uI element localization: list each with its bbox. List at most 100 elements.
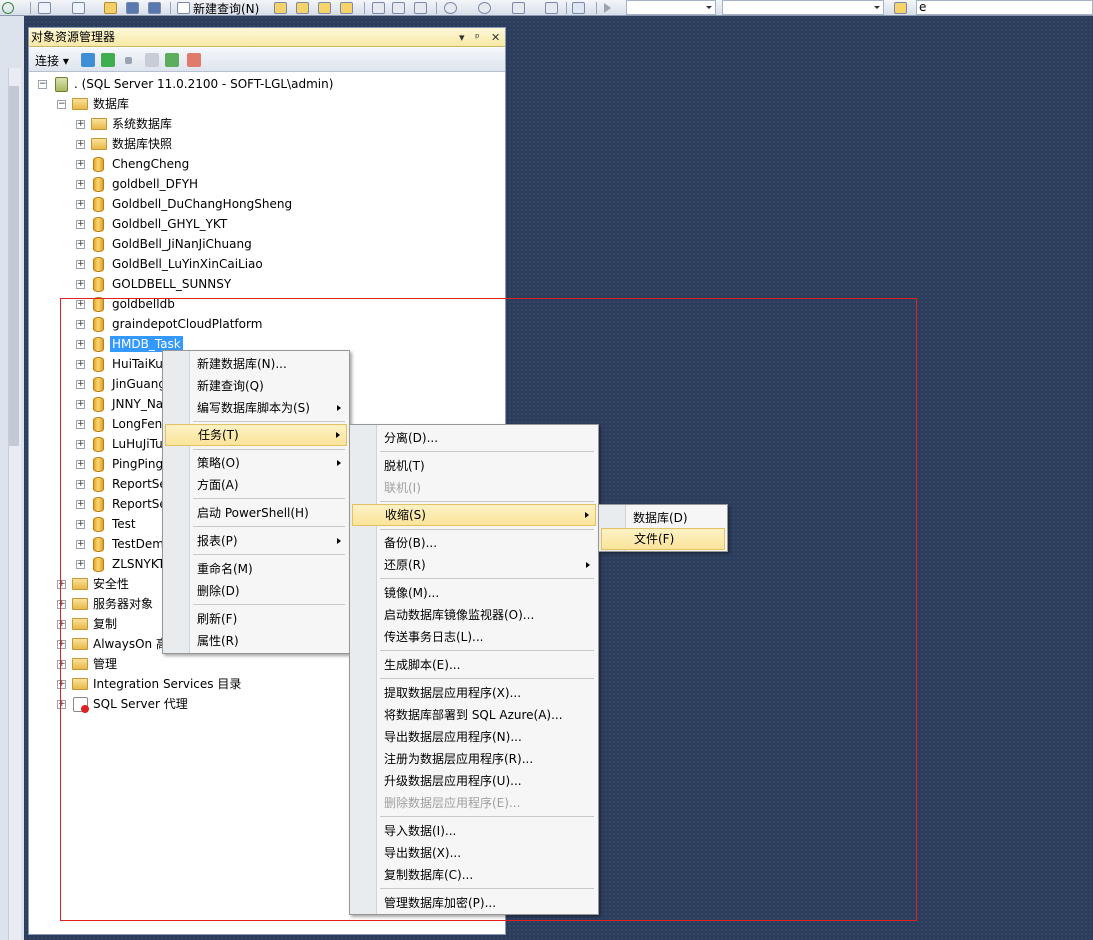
menu-new-database[interactable]: 新建数据库(N)... [165, 353, 347, 375]
expander-db[interactable]: + [76, 360, 85, 369]
new-project-icon[interactable] [38, 1, 54, 15]
menu-export-data[interactable]: 导出数据(X)... [352, 842, 596, 864]
close-icon[interactable]: ✕ [491, 28, 500, 47]
expander-db[interactable]: + [76, 300, 85, 309]
menu-script-database[interactable]: 编写数据库脚本为(S) [165, 397, 347, 419]
security-node[interactable]: 安全性 [93, 576, 129, 592]
database-node[interactable]: HuiTaiKu [112, 356, 163, 372]
database-node[interactable]: Test [112, 516, 136, 532]
database-node[interactable]: JNNY_Na [112, 396, 163, 412]
expander-db[interactable]: + [76, 480, 85, 489]
databases-node[interactable]: 数据库 [93, 96, 129, 112]
menu-export-dac[interactable]: 导出数据层应用程序(N)... [352, 726, 596, 748]
refresh-icon[interactable] [165, 53, 179, 67]
database-node[interactable]: LongFen [112, 416, 162, 432]
save-all-icon[interactable] [148, 1, 164, 15]
redo-icon[interactable] [478, 1, 494, 15]
left-scrollbar-thumb[interactable] [9, 86, 19, 446]
system-db-node[interactable]: 系统数据库 [112, 116, 172, 132]
menu-facets[interactable]: 方面(A) [165, 474, 347, 496]
expander-db[interactable]: + [76, 180, 85, 189]
integration-services-node[interactable]: Integration Services 目录 [93, 676, 241, 692]
sql-agent-node[interactable]: SQL Server 代理 [93, 696, 188, 712]
expander-system-db[interactable]: + [76, 120, 85, 129]
undo-icon[interactable] [444, 1, 460, 15]
expander-db[interactable]: + [76, 500, 85, 509]
menu-generate-scripts[interactable]: 生成脚本(E)... [352, 654, 596, 676]
expander-databases[interactable]: − [57, 100, 66, 109]
expander-integration[interactable]: + [57, 680, 66, 689]
expander-db[interactable]: + [76, 380, 85, 389]
disconnect-icon[interactable] [101, 53, 115, 67]
connect-button[interactable]: 连接 ▾ [35, 52, 69, 69]
expander-db[interactable]: + [76, 160, 85, 169]
add-item-icon[interactable] [72, 1, 88, 15]
expander-db[interactable]: + [76, 520, 85, 529]
database-node[interactable]: goldbelldb [112, 296, 175, 312]
database-node[interactable]: ChengCheng [112, 156, 189, 172]
navigate-back-icon[interactable] [512, 1, 528, 15]
cut-icon[interactable] [372, 1, 388, 15]
activity-monitor-icon[interactable] [572, 1, 588, 15]
pin-icon[interactable]: ᵖ [475, 28, 480, 47]
dmx-query-icon[interactable] [318, 1, 334, 15]
menu-start-powershell[interactable]: 启动 PowerShell(H) [165, 502, 347, 524]
expander-alwayson[interactable]: + [57, 640, 66, 649]
expander-snapshots[interactable]: + [76, 140, 85, 149]
expander-db[interactable]: + [76, 560, 85, 569]
menu-delete[interactable]: 删除(D) [165, 580, 347, 602]
alwayson-node[interactable]: AlwaysOn 高 [93, 636, 168, 652]
menu-manage-encryption[interactable]: 管理数据库加密(P)... [352, 892, 596, 914]
copy-icon[interactable] [392, 1, 408, 15]
new-query-button[interactable]: 新建查询(N) [177, 1, 259, 16]
menu-tasks[interactable]: 任务(T) [165, 424, 347, 446]
database-node[interactable]: Goldbell_GHYL_YKT [112, 216, 227, 232]
menu-properties[interactable]: 属性(R) [165, 630, 347, 652]
menu-shrink[interactable]: 收缩(S) [352, 504, 596, 526]
execute-icon[interactable] [604, 1, 611, 15]
db-engine-query-icon[interactable] [274, 1, 290, 15]
menu-reports[interactable]: 报表(P) [165, 530, 347, 552]
expander-db[interactable]: + [76, 280, 85, 289]
expander-db[interactable]: + [76, 240, 85, 249]
database-node[interactable]: goldbell_DFYH [112, 176, 198, 192]
expander-db[interactable]: + [76, 400, 85, 409]
menu-shrink-files[interactable]: 文件(F) [601, 528, 725, 550]
snapshots-node[interactable]: 数据库快照 [112, 136, 172, 152]
expander-db[interactable]: + [76, 340, 85, 349]
menu-register-dac[interactable]: 注册为数据层应用程序(R)... [352, 748, 596, 770]
database-node[interactable]: ReportSe [112, 496, 167, 512]
paste-icon[interactable] [414, 1, 430, 15]
menu-new-query[interactable]: 新建查询(Q) [165, 375, 347, 397]
find-in-files-icon[interactable] [894, 1, 910, 15]
database-node[interactable]: GoldBell_LuYinXinCaiLiao [112, 256, 263, 272]
nav-icon[interactable] [2, 1, 14, 15]
menu-mirror[interactable]: 镜像(M)... [352, 582, 596, 604]
menu-copy-database[interactable]: 复制数据库(C)... [352, 864, 596, 886]
save-icon[interactable] [126, 1, 142, 15]
database-dropdown[interactable] [626, 0, 716, 15]
menu-upgrade-dac[interactable]: 升级数据层应用程序(U)... [352, 770, 596, 792]
database-node[interactable]: graindepotCloudPlatform [112, 316, 262, 332]
menu-extract-dac[interactable]: 提取数据层应用程序(X)... [352, 682, 596, 704]
database-node[interactable]: ZLSNYKT [112, 556, 165, 572]
menu-mirror-monitor[interactable]: 启动数据库镜像监视器(O)... [352, 604, 596, 626]
expander-server[interactable]: − [38, 80, 47, 89]
database-node[interactable]: GoldBell_JiNanJiChuang [112, 236, 252, 252]
expander-replication[interactable]: + [57, 620, 66, 629]
activity-icon[interactable] [187, 53, 201, 67]
expander-db[interactable]: + [76, 260, 85, 269]
expander-security[interactable]: + [57, 580, 66, 589]
menu-detach[interactable]: 分离(D)... [352, 427, 596, 449]
server-node[interactable]: . (SQL Server 11.0.2100 - SOFT-LGL\admin… [74, 76, 333, 92]
expander-management[interactable]: + [57, 660, 66, 669]
menu-take-offline[interactable]: 脱机(T) [352, 455, 596, 477]
open-folder-icon[interactable] [104, 1, 120, 15]
expander-db[interactable]: + [76, 320, 85, 329]
database-node[interactable]: GOLDBELL_SUNNSY [112, 276, 231, 292]
menu-restore[interactable]: 还原(R) [352, 554, 596, 576]
database-node[interactable]: LuHuJiTu [112, 436, 163, 452]
filter-icon[interactable] [145, 53, 159, 67]
database-node[interactable]: PingPing [112, 456, 163, 472]
replication-node[interactable]: 复制 [93, 616, 117, 632]
